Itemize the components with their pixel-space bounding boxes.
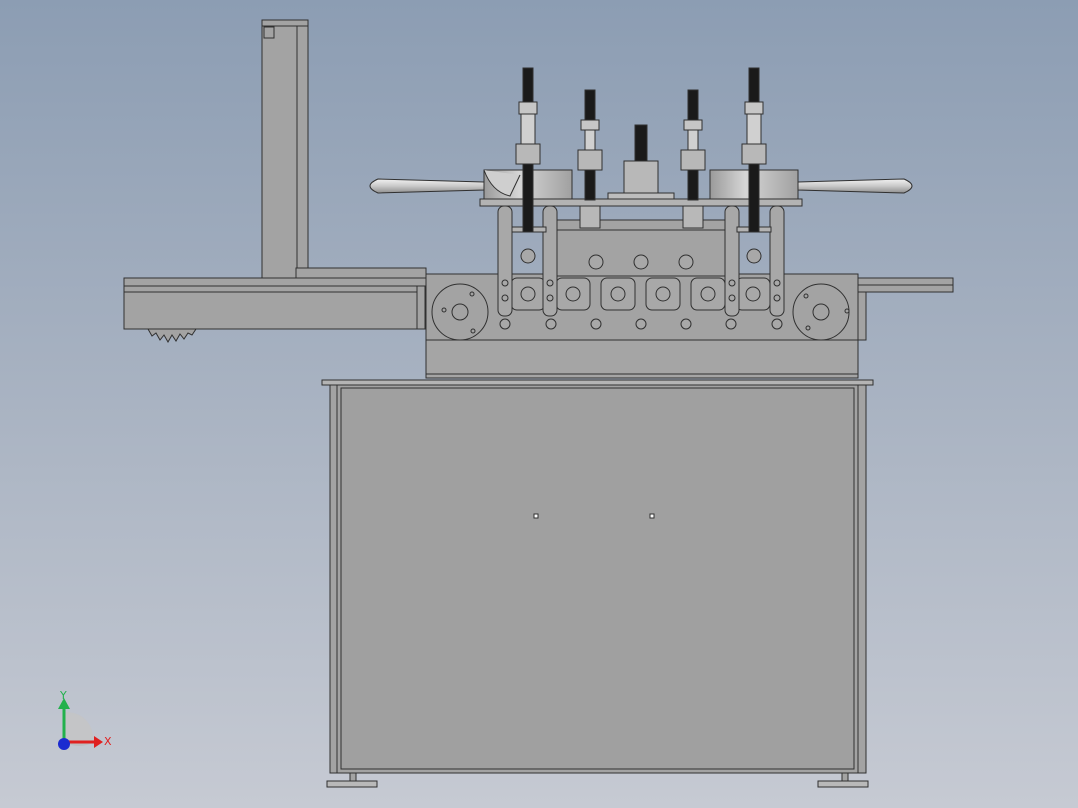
axis-triad: Y X [58, 689, 112, 750]
exit-guide-wheel [792, 283, 850, 341]
left-handle [369, 178, 485, 194]
entry-guide-wheel [431, 283, 489, 341]
right-support-arm [855, 277, 954, 341]
drive-sprocket [147, 328, 197, 344]
y-axis-label: Y [59, 689, 67, 702]
right-handle [797, 178, 913, 194]
roller-housing [425, 219, 859, 379]
left-support-arm [123, 19, 427, 330]
machine-model[interactable]: Y X [0, 0, 1078, 808]
x-axis-label: X [104, 735, 112, 748]
base-cabinet [321, 379, 874, 774]
z-axis-dot [58, 738, 70, 750]
leveling-feet [326, 772, 869, 788]
cad-viewport[interactable]: Y X [0, 0, 1078, 808]
center-boss [607, 160, 675, 200]
